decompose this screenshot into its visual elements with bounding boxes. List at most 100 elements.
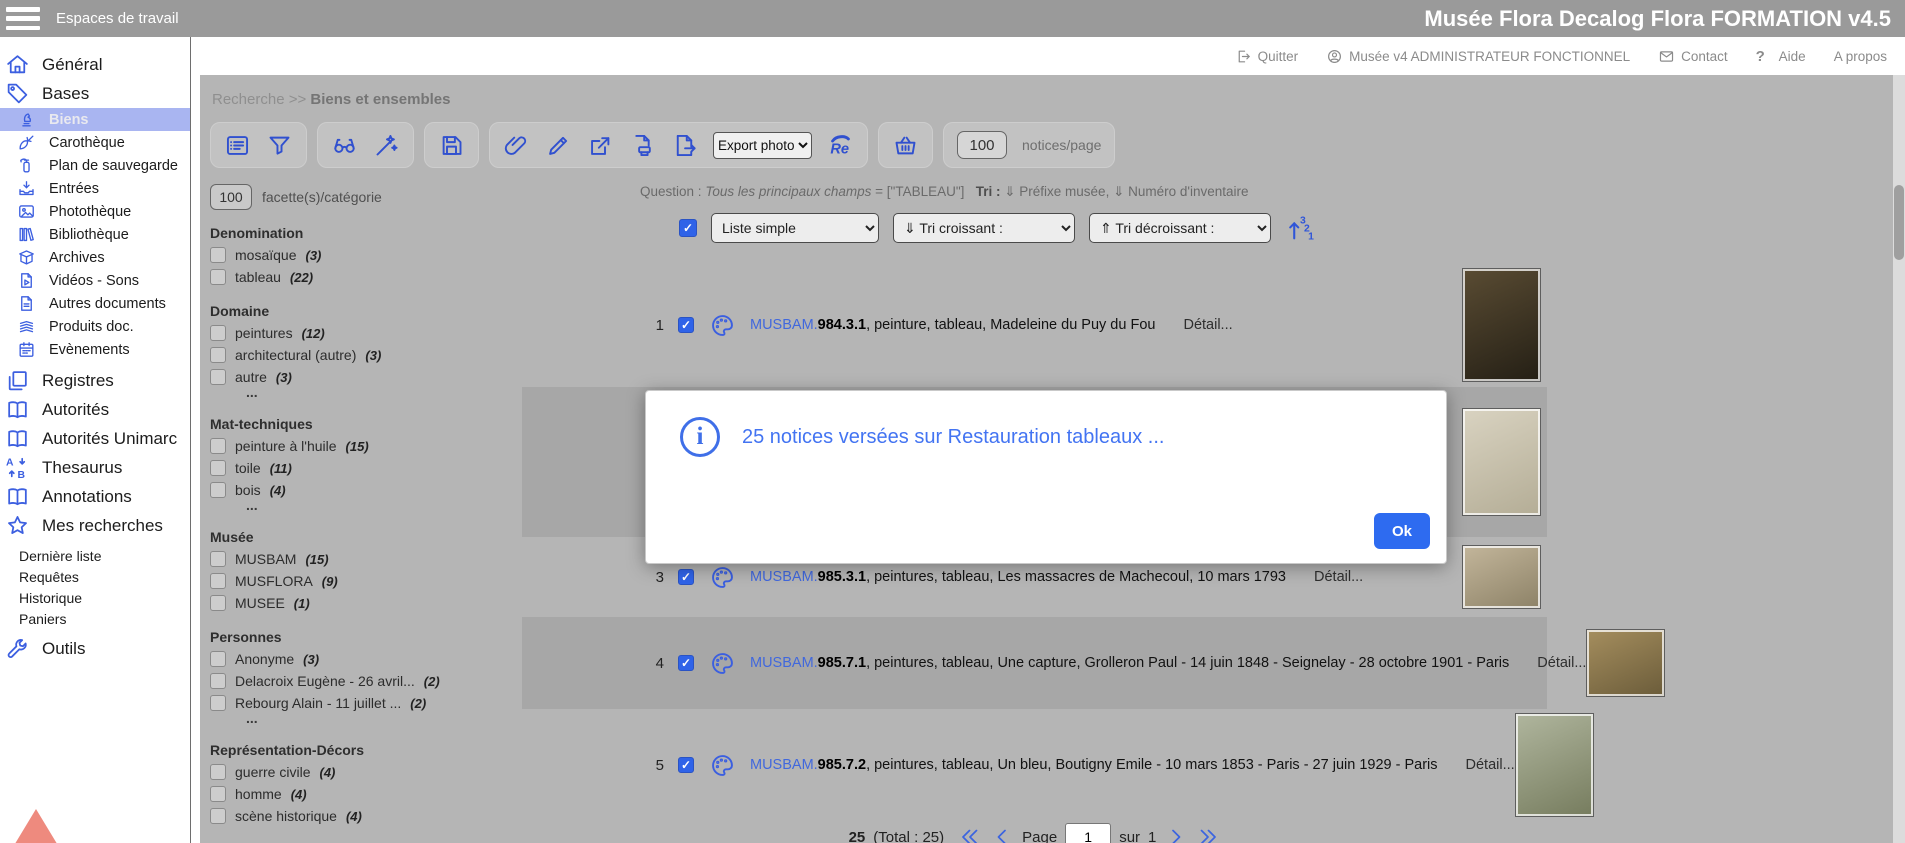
sidebar-item-autorites[interactable]: Autorités [0, 395, 190, 424]
facet-checkbox[interactable] [210, 482, 226, 498]
result-record-link[interactable]: MUSBAM.984.3.1 [750, 317, 866, 333]
export-notice-button[interactable] [671, 132, 698, 159]
facet-checkbox[interactable] [210, 673, 226, 689]
header-link-contact[interactable]: Contact [1658, 48, 1728, 65]
facet-checkbox[interactable] [210, 695, 226, 711]
facet-checkbox[interactable] [210, 269, 226, 285]
sidebar-item-carotheque[interactable]: Carothèque [0, 131, 190, 154]
facet-checkbox[interactable] [210, 325, 226, 341]
result-thumbnail[interactable] [1462, 268, 1541, 382]
result-record-link[interactable]: MUSBAM.985.3.1 [750, 569, 866, 585]
sidebar-item-bases[interactable]: Bases [0, 79, 190, 108]
sidebar-item-registres[interactable]: Registres [0, 366, 190, 395]
export-photo-select[interactable]: Export photo [713, 132, 812, 159]
sidebar-item-outils[interactable]: Outils [0, 634, 190, 663]
vertical-scrollbar-thumb[interactable] [1894, 185, 1904, 260]
wand-button[interactable] [373, 132, 400, 159]
print-notice-button[interactable] [629, 132, 656, 159]
header-link-a-propos[interactable]: A propos [1834, 49, 1887, 64]
result-row-checkbox[interactable]: ✓ [678, 569, 694, 585]
sidebar-item-biens[interactable]: Biens [0, 108, 190, 131]
sidebar-item-entrees[interactable]: Entrées [0, 177, 190, 200]
facet-checkbox[interactable] [210, 460, 226, 476]
result-row-checkbox[interactable]: ✓ [678, 757, 694, 773]
result-detail-link[interactable]: Détail... [1314, 569, 1363, 585]
page-number-input[interactable] [1065, 823, 1111, 843]
sidebar-item-phototheque[interactable]: Photothèque [0, 200, 190, 223]
display-mode-select[interactable]: Liste simple [711, 213, 879, 243]
result-detail-link[interactable]: Détail... [1537, 655, 1586, 671]
sidebar-item-requetes[interactable]: Requêtes [0, 566, 190, 587]
open-external-button[interactable] [587, 132, 614, 159]
result-record-link[interactable]: MUSBAM.985.7.1 [750, 655, 866, 671]
basket-button[interactable] [892, 132, 919, 159]
re-export-button[interactable]: Re [827, 132, 854, 159]
previous-page-button[interactable] [990, 825, 1014, 843]
facet-checkbox[interactable] [210, 595, 226, 611]
sidebar-item-bibliotheque[interactable]: Bibliothèque [0, 223, 190, 246]
sidebar-item-annotations[interactable]: Annotations [0, 482, 190, 511]
header-link-quitter[interactable]: Quitter [1235, 48, 1299, 65]
sort-ascending-select[interactable]: ⇓ Tri croissant : [893, 213, 1075, 243]
sidebar-item-autorites-unimarc[interactable]: Autorités Unimarc [0, 424, 190, 453]
sidebar-item-autres-documents[interactable]: Autres documents [0, 292, 190, 315]
notices-per-page-input[interactable] [957, 131, 1007, 159]
result-row-checkbox[interactable]: ✓ [678, 655, 694, 671]
sidebar-item-plan-de-sauvegarde[interactable]: Plan de sauvegarde [0, 154, 190, 177]
result-inventory-number[interactable]: 985.3.1 [818, 569, 866, 585]
attach-button[interactable] [503, 132, 530, 159]
facet-checkbox[interactable] [210, 247, 226, 263]
result-thumbnail[interactable] [1515, 713, 1594, 817]
sidebar-item-videos-sons[interactable]: Vidéos - Sons [0, 269, 190, 292]
ok-button[interactable]: Ok [1374, 513, 1430, 549]
result-thumbnail[interactable] [1586, 629, 1665, 697]
result-inventory-number[interactable]: 984.3.1 [818, 317, 866, 333]
facet-item: mosaïque(3) [210, 244, 510, 266]
filter-button[interactable] [266, 132, 293, 159]
result-thumbnail[interactable] [1462, 408, 1541, 516]
result-row-checkbox[interactable]: ✓ [678, 317, 694, 333]
list-view-button[interactable] [224, 132, 251, 159]
header-link-user[interactable]: Musée v4 ADMINISTRATEUR FONCTIONNEL [1326, 48, 1630, 65]
edit-button[interactable] [545, 132, 572, 159]
sidebar-item-derniere-liste[interactable]: Dernière liste [0, 545, 190, 566]
hamburger-menu-icon[interactable] [6, 7, 40, 30]
facet-more-link[interactable]: ... [210, 714, 510, 727]
vertical-scrollbar-track[interactable] [1893, 75, 1905, 843]
header-link-aide[interactable]: ?Aide [1756, 48, 1806, 65]
sidebar-item-mes-recherches[interactable]: Mes recherches [0, 511, 190, 540]
facet-checkbox[interactable] [210, 573, 226, 589]
facet-checkbox[interactable] [210, 369, 226, 385]
sort-descending-select[interactable]: ⇑ Tri décroissant : [1089, 213, 1271, 243]
facet-count-input[interactable] [210, 184, 252, 210]
facet-checkbox[interactable] [210, 438, 226, 454]
save-button[interactable] [438, 132, 465, 159]
facet-checkbox[interactable] [210, 651, 226, 667]
sidebar-item-produits-doc[interactable]: Produits doc. [0, 315, 190, 338]
last-page-button[interactable] [1196, 825, 1220, 843]
sidebar-item-historique[interactable]: Historique [0, 587, 190, 608]
facet-more-link[interactable]: ... [210, 388, 510, 401]
result-record-link[interactable]: MUSBAM.985.7.2 [750, 757, 866, 773]
facet-checkbox[interactable] [210, 347, 226, 363]
facet-checkbox[interactable] [210, 764, 226, 780]
view-button[interactable] [331, 132, 358, 159]
result-detail-link[interactable]: Détail... [1183, 317, 1232, 333]
facet-checkbox[interactable] [210, 786, 226, 802]
facet-more-link[interactable]: ... [210, 501, 510, 514]
facet-checkbox[interactable] [210, 551, 226, 567]
sidebar-item-archives[interactable]: Archives [0, 246, 190, 269]
sidebar-item-general[interactable]: Général [0, 50, 190, 79]
result-detail-link[interactable]: Détail... [1466, 757, 1515, 773]
facet-checkbox[interactable] [210, 808, 226, 824]
sidebar-item-evenements[interactable]: Evènements [0, 338, 190, 361]
select-all-checkbox[interactable]: ✓ [679, 219, 697, 237]
first-page-button[interactable] [958, 825, 982, 843]
sort-321-icon[interactable]: 321 [1285, 213, 1315, 243]
result-thumbnail[interactable] [1462, 545, 1541, 609]
sidebar-item-paniers[interactable]: Paniers [0, 608, 190, 629]
next-page-button[interactable] [1164, 825, 1188, 843]
sidebar-item-thesaurus[interactable]: ABThesaurus [0, 453, 190, 482]
result-inventory-number[interactable]: 985.7.1 [818, 655, 866, 671]
result-inventory-number[interactable]: 985.7.2 [818, 757, 866, 773]
